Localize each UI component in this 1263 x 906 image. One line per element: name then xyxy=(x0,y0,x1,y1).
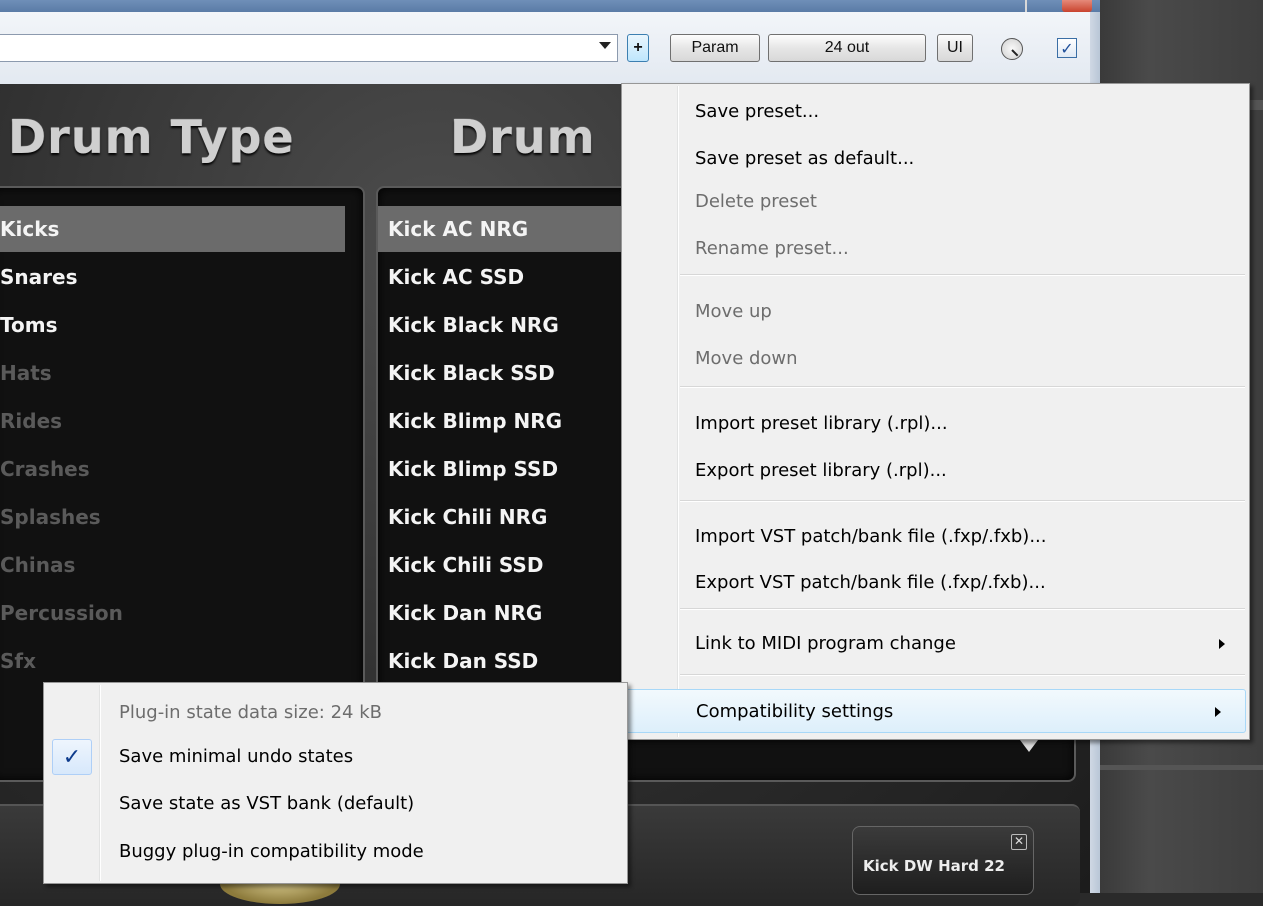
menu-item-import-preset-library-rpl[interactable]: Import preset library (.rpl)... xyxy=(622,402,1249,446)
drum-type-item[interactable]: Snares xyxy=(0,254,345,300)
outputs-button[interactable]: 24 out xyxy=(768,34,926,62)
drum-type-item[interactable]: Hats xyxy=(0,350,345,396)
kit-piece-card[interactable]: Kick DW Hard 22 ✕ xyxy=(852,826,1034,895)
submenu-arrow-icon xyxy=(1219,639,1225,649)
menu-item-link-to-midi-program-change[interactable]: Link to MIDI program change xyxy=(622,622,1249,666)
preset-dropdown[interactable] xyxy=(0,34,618,62)
menu-separator xyxy=(680,500,1245,502)
menu-item-label: Import preset library (.rpl)... xyxy=(695,413,948,434)
menu-item-label: Compatibility settings xyxy=(696,701,894,722)
drum-type-item[interactable]: Crashes xyxy=(0,446,345,492)
drum-model-heading: Drum xyxy=(450,110,596,164)
compat-item-plug-in-state-data-size-24-kb: Plug-in state data size: 24 kB xyxy=(44,691,627,735)
window-close-button[interactable] xyxy=(1062,0,1092,12)
drum-type-item[interactable]: Toms xyxy=(0,302,345,348)
fx-toolbar: + Param 24 out UI ✓ xyxy=(0,12,1100,85)
menu-item-label: Delete preset xyxy=(695,191,817,212)
menu-item-label: Rename preset... xyxy=(695,238,849,259)
compat-item-save-minimal-undo-states[interactable]: ✓ Save minimal undo states xyxy=(44,735,627,779)
drum-type-item[interactable]: Kicks xyxy=(0,206,345,252)
compat-item-save-state-as-vst-bank-default[interactable]: Save state as VST bank (default) xyxy=(44,782,627,826)
menu-item-compatibility-settings[interactable]: Compatibility settings xyxy=(625,689,1246,733)
menu-item-label: Save state as VST bank (default) xyxy=(119,793,415,814)
menu-item-label: Link to MIDI program change xyxy=(695,633,956,654)
menu-item-label: Export VST patch/bank file (.fxp/.fxb)..… xyxy=(695,572,1046,593)
drum-type-item[interactable]: Chinas xyxy=(0,542,345,588)
menu-separator xyxy=(680,274,1245,276)
menu-item-save-preset[interactable]: Save preset... xyxy=(622,90,1249,134)
background-window-strip xyxy=(1100,765,1263,770)
window-titlebar xyxy=(0,0,1100,12)
checkmark-icon: ✓ xyxy=(52,739,92,775)
menu-item-move-up: Move up xyxy=(622,290,1249,334)
chevron-down-icon xyxy=(599,42,611,49)
menu-item-move-down: Move down xyxy=(622,337,1249,381)
menu-item-label: Save preset... xyxy=(695,101,820,122)
drum-type-item[interactable]: Percussion xyxy=(0,590,345,636)
menu-item-import-vst-patch-bank-file-fxp-fxb[interactable]: Import VST patch/bank file (.fxp/.fxb)..… xyxy=(622,515,1249,559)
preset-context-menu: Save preset... Save preset as default... D… xyxy=(621,83,1250,740)
kit-piece-label: Kick DW Hard 22 xyxy=(863,857,1005,875)
menu-item-label: Export preset library (.rpl)... xyxy=(695,460,947,481)
compatibility-submenu: Plug-in state data size: 24 kB ✓ Save mini… xyxy=(43,682,628,884)
drum-type-item[interactable]: Splashes xyxy=(0,494,345,540)
ui-toggle-button[interactable]: UI xyxy=(937,34,973,62)
wet-knob-icon[interactable] xyxy=(1001,38,1023,60)
param-button[interactable]: Param xyxy=(670,34,760,62)
menu-item-rename-preset: Rename preset... xyxy=(622,227,1249,271)
menu-item-save-preset-as-default[interactable]: Save preset as default... xyxy=(622,137,1249,181)
drum-type-item[interactable]: Sfx xyxy=(0,638,345,684)
menu-item-export-preset-library-rpl[interactable]: Export preset library (.rpl)... xyxy=(622,449,1249,493)
drum-type-heading: Drum Type xyxy=(8,110,295,164)
menu-item-label: Save minimal undo states xyxy=(119,746,354,767)
scroll-down-icon[interactable] xyxy=(1020,740,1038,752)
preset-menu-button[interactable]: + xyxy=(627,34,649,62)
menu-item-delete-preset: Delete preset xyxy=(622,180,1249,224)
titlebar-divider xyxy=(1025,0,1027,12)
submenu-arrow-icon xyxy=(1215,707,1221,717)
menu-item-label: Save preset as default... xyxy=(695,148,915,169)
menu-item-label: Import VST patch/bank file (.fxp/.fxb)..… xyxy=(695,526,1047,547)
fx-enable-checkbox[interactable]: ✓ xyxy=(1057,38,1077,58)
close-icon[interactable]: ✕ xyxy=(1011,834,1027,850)
menu-item-label: Move down xyxy=(695,348,798,369)
menu-separator xyxy=(680,674,1245,676)
menu-separator xyxy=(680,608,1245,610)
menu-item-label: Buggy plug-in compatibility mode xyxy=(119,841,424,862)
drum-type-item[interactable]: Rides xyxy=(0,398,345,444)
menu-item-label: Move up xyxy=(695,301,772,322)
compat-item-buggy-plug-in-compatibility-mode[interactable]: Buggy plug-in compatibility mode xyxy=(44,830,627,874)
menu-item-export-vst-patch-bank-file-fxp-fxb[interactable]: Export VST patch/bank file (.fxp/.fxb)..… xyxy=(622,561,1249,605)
menu-item-label: Plug-in state data size: 24 kB xyxy=(119,702,382,723)
menu-separator xyxy=(680,386,1245,388)
